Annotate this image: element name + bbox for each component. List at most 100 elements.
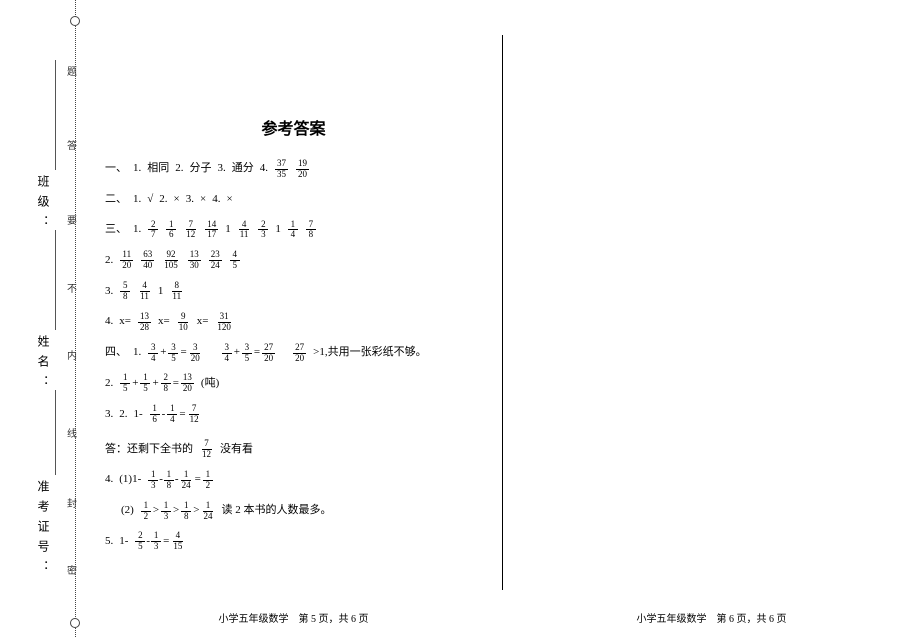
seal-char: 密: [63, 565, 78, 581]
fraction: 13: [161, 501, 171, 522]
op: =: [173, 374, 179, 394]
item: 1.: [133, 190, 141, 210]
fraction: 18: [164, 470, 174, 491]
item: 2.: [105, 251, 113, 271]
fraction: 34: [148, 343, 158, 364]
seal-char: 不: [63, 283, 78, 299]
item: 4.: [260, 159, 268, 179]
op: =: [180, 343, 186, 363]
item: 1.: [133, 343, 141, 363]
fraction: 78: [306, 220, 316, 241]
binding-circle: [70, 16, 80, 26]
fraction: 15: [140, 373, 150, 394]
fraction: 92105: [162, 250, 180, 271]
item: 4.: [105, 470, 113, 490]
op: =: [179, 405, 185, 425]
fraction: 415: [171, 531, 184, 552]
answer: √: [147, 190, 153, 210]
fraction: 411: [138, 281, 151, 302]
sub: 2.: [119, 405, 127, 425]
answer: ×: [174, 190, 180, 210]
fraction: 23: [258, 220, 268, 241]
op: +: [132, 374, 138, 394]
fraction: 1330: [188, 250, 201, 271]
fraction: 6340: [141, 250, 154, 271]
section-4-row-4a: 4. (1)1- 13 - 18 - 124 = 12: [105, 470, 482, 491]
section-4-row-5: 5. 1- 25 - 13 = 415: [105, 531, 482, 552]
item: 3.: [105, 282, 113, 302]
op: =: [195, 470, 201, 490]
binding-circle: [70, 618, 80, 628]
fraction: 712: [200, 439, 213, 460]
fraction: 35: [242, 343, 252, 364]
fraction: 34: [222, 343, 232, 364]
fraction: 13: [151, 531, 161, 552]
section-1: 一、 1. 相同 2. 分子 3. 通分 4. 3735 1920: [105, 159, 482, 180]
op: +: [152, 374, 158, 394]
one-minus: 1-: [119, 532, 128, 552]
fraction: 320: [189, 343, 202, 364]
fraction: 712: [188, 404, 201, 425]
fraction: 124: [180, 470, 193, 491]
item: 2.: [175, 159, 183, 179]
fraction: 2720: [262, 343, 275, 364]
name-label: 姓名：: [35, 335, 52, 395]
section-4-row-1: 四、 1. 34 + 35 = 320 34 + 35 = 2720 2720 …: [105, 343, 482, 364]
class-label: 班级：: [35, 175, 52, 235]
seal-char: 答: [63, 140, 78, 156]
prefix: 二、: [105, 190, 127, 210]
prefix: 一、: [105, 159, 127, 179]
one: 1: [158, 282, 164, 302]
op: =: [254, 343, 260, 363]
item: 4.: [212, 190, 220, 210]
item: 3.: [218, 159, 226, 179]
part: (1)1-: [119, 470, 141, 490]
fraction: 28: [161, 373, 171, 394]
seal-char: 要: [63, 215, 78, 231]
fraction: 25: [135, 531, 145, 552]
fraction: 31120: [215, 312, 233, 333]
seal-char: 内: [63, 350, 78, 366]
two-column-layout: 参考答案 一、 1. 相同 2. 分子 3. 通分 4. 3735 1920 二…: [85, 0, 920, 637]
tail: (吨): [201, 374, 219, 394]
column-right: 小学五年级数学 第 6 页，共 6 页: [503, 0, 920, 637]
mixed-whole: 1: [225, 220, 231, 240]
footer-left: 小学五年级数学 第 5 页，共 6 页: [85, 610, 502, 625]
section-3-row-1: 三、 1. 27 16 712 1417 1411 23 114 78: [105, 220, 482, 241]
section-4-row-3-answer: 答：还剩下全书的 712 没有看: [105, 439, 482, 460]
section-3-row-4: 4. x=1328 x=910 x=31120: [105, 312, 482, 333]
section-3-row-2: 2. 1120 6340 92105 1330 2324 45: [105, 250, 482, 271]
answer: 分子: [190, 159, 212, 179]
fraction: 3735: [275, 159, 288, 180]
tail: 读 2 本书的人数最多。: [221, 501, 331, 521]
section-4-row-2: 2. 15 + 15 + 28 = 1320 (吨): [105, 373, 482, 394]
eq-pre: x=: [119, 312, 131, 332]
one-minus: 1-: [134, 405, 143, 425]
answer: ×: [200, 190, 206, 210]
eq-pre: x=: [197, 312, 209, 332]
fraction: 58: [120, 281, 130, 302]
item: 5.: [105, 532, 113, 552]
answer: 相同: [147, 159, 169, 179]
answer-pre: 答：还剩下全书的: [105, 440, 193, 460]
dotted-line: [75, 0, 76, 637]
tail: >1,共用一张彩纸不够。: [313, 343, 426, 363]
exam-id-line: [55, 390, 56, 475]
prefix: 四、: [105, 343, 127, 363]
fraction: 124: [201, 501, 214, 522]
section-3-row-3: 3. 58 411 1 811: [105, 281, 482, 302]
fraction: 15: [120, 373, 130, 394]
binding-area: 题 答 要 不 内 线 封 密 班级： 姓名： 准考证号：: [0, 0, 85, 637]
fraction: 1417: [205, 220, 218, 241]
prefix: 三、: [105, 220, 127, 240]
fraction: 13: [148, 470, 158, 491]
fraction: 35: [168, 343, 178, 364]
op: >: [193, 501, 199, 521]
item: 1.: [133, 159, 141, 179]
fraction: 811: [170, 281, 183, 302]
fraction: 411: [238, 220, 251, 241]
section-4-row-3: 3.2. 1- 16 - 14 = 712: [105, 404, 482, 425]
fraction: 14: [167, 404, 177, 425]
fraction: 910: [177, 312, 190, 333]
answer: ×: [226, 190, 232, 210]
